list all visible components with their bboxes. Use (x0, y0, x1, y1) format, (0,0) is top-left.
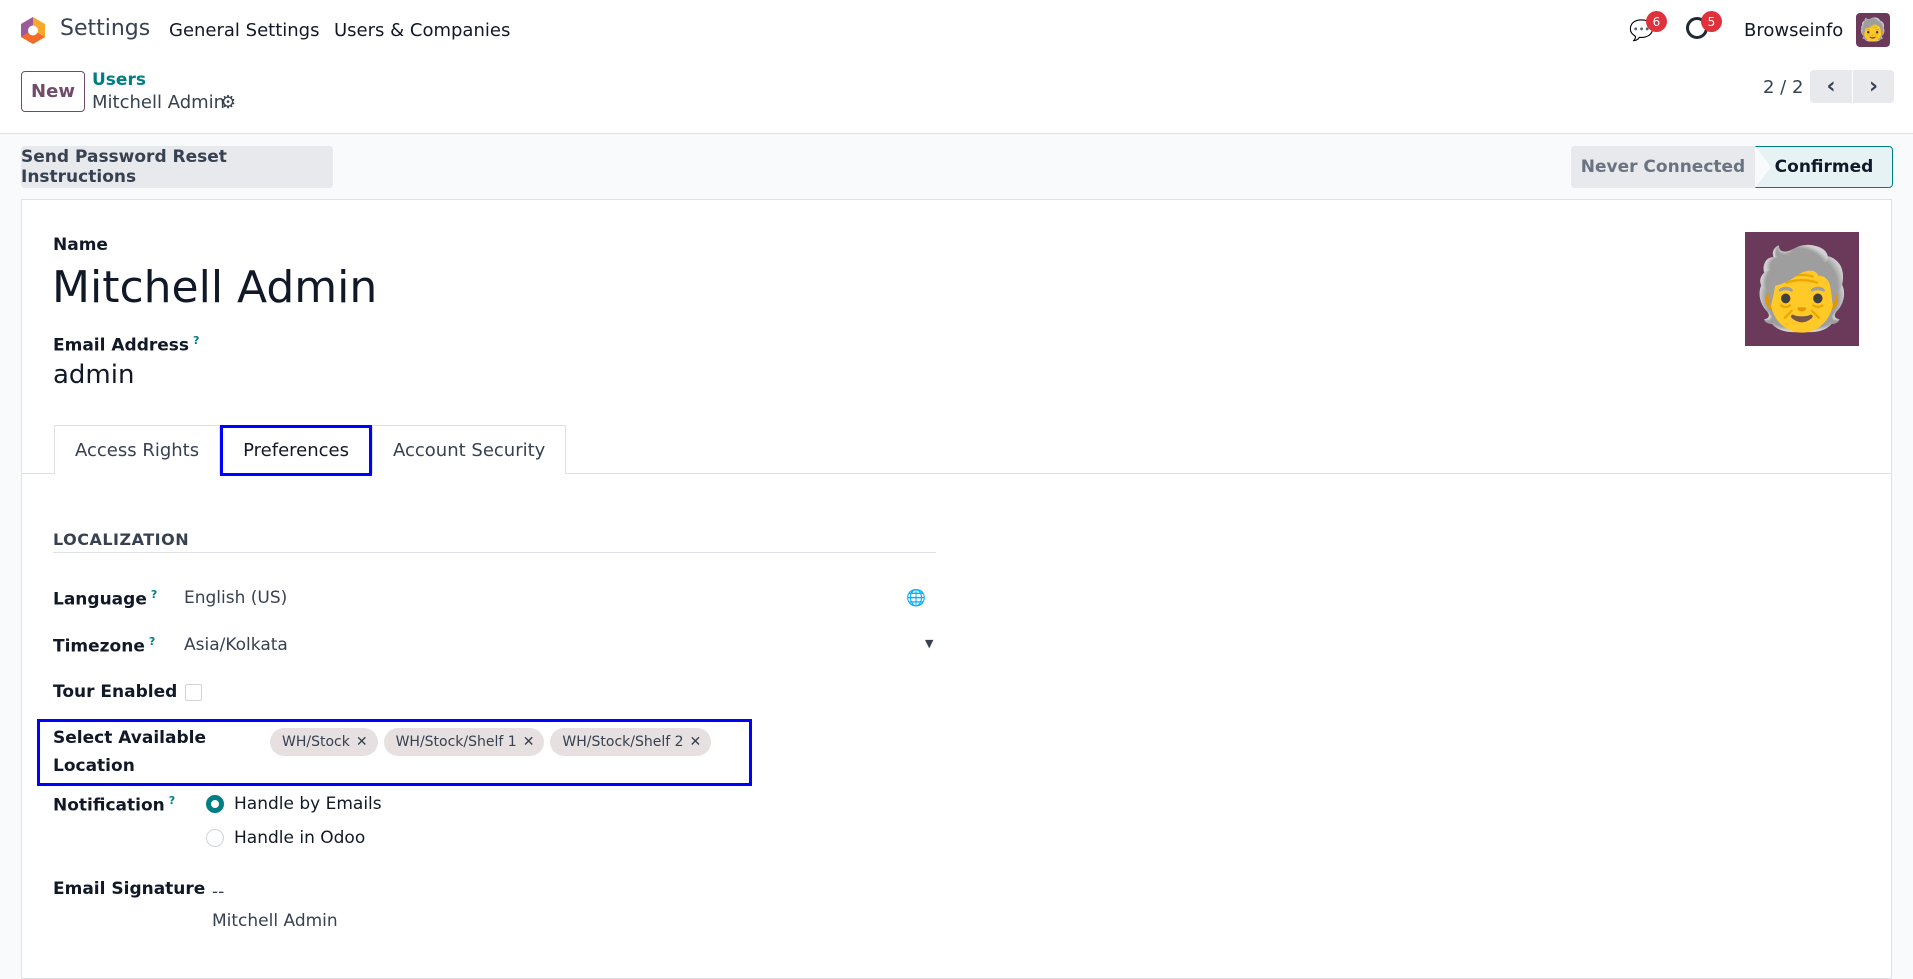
menu-general-settings[interactable]: General Settings (169, 20, 320, 41)
tab-account-security[interactable]: Account Security (372, 425, 567, 474)
notification-label-text: Notification (53, 795, 165, 816)
location-tag: WH/Stock ✕ (270, 728, 378, 756)
remove-tag-icon[interactable]: ✕ (523, 734, 535, 750)
timezone-select[interactable]: Asia/Kolkata (184, 635, 288, 655)
new-button[interactable]: New (21, 71, 85, 112)
menu-users-companies[interactable]: Users & Companies (334, 20, 510, 41)
section-divider (53, 552, 936, 553)
option-handle-by-emails[interactable]: Handle by Emails (234, 794, 382, 814)
remove-tag-icon[interactable]: ✕ (690, 734, 702, 750)
app-title[interactable]: Settings (60, 16, 150, 41)
option-handle-in-odoo[interactable]: Handle in Odoo (234, 828, 365, 848)
signature-label: Email Signature (53, 879, 206, 899)
email-label-text: Email Address (53, 335, 190, 356)
help-icon[interactable]: ? (149, 635, 155, 648)
location-label-line2: Location (53, 756, 135, 776)
user-photo[interactable]: 🧓 (1745, 232, 1859, 346)
tour-enabled-checkbox[interactable] (185, 684, 202, 701)
pager-next-button[interactable]: › (1853, 70, 1894, 103)
top-navbar: Settings General Settings Users & Compan… (0, 0, 1913, 59)
help-icon[interactable]: ? (151, 588, 157, 601)
send-password-reset-button[interactable]: Send Password Reset Instructions (21, 146, 333, 188)
location-tag: WH/Stock/Shelf 1 ✕ (383, 728, 545, 756)
tour-enabled-label: Tour Enabled (53, 682, 178, 702)
language-label-text: Language (53, 589, 147, 610)
timezone-label: Timezone? (53, 635, 155, 657)
stage-never-connected[interactable]: Never Connected (1571, 146, 1755, 188)
activities-badge: 5 (1701, 11, 1722, 32)
tab-preferences[interactable]: Preferences (220, 425, 372, 476)
signature-line-2[interactable]: Mitchell Admin (212, 911, 338, 931)
name-field[interactable]: Mitchell Admin (52, 262, 377, 313)
location-tag-label: WH/Stock/Shelf 1 (395, 734, 517, 750)
email-field[interactable]: admin (53, 360, 134, 390)
stage-confirmed[interactable]: Confirmed (1755, 146, 1893, 188)
breadcrumb-current: Mitchell Admin (92, 92, 226, 113)
email-label: Email Address? (53, 334, 199, 356)
section-localization: LOCALIZATION (53, 530, 190, 549)
tab-access-rights[interactable]: Access Rights (54, 425, 221, 474)
signature-line-1[interactable]: -- (212, 882, 224, 902)
help-icon[interactable]: ? (193, 334, 199, 347)
globe-icon[interactable]: 🌐 (906, 588, 926, 607)
remove-tag-icon[interactable]: ✕ (356, 734, 368, 750)
language-select[interactable]: English (US) (184, 588, 287, 608)
help-icon[interactable]: ? (169, 794, 175, 807)
radio-handle-in-odoo[interactable] (206, 829, 224, 847)
location-tag-label: WH/Stock/Shelf 2 (562, 734, 684, 750)
location-tag: WH/Stock/Shelf 2 ✕ (550, 728, 712, 756)
odoo-app-icon[interactable] (20, 17, 46, 44)
location-tag-label: WH/Stock (282, 734, 350, 750)
timezone-label-text: Timezone (53, 636, 145, 657)
name-label: Name (53, 235, 108, 255)
caret-down-icon[interactable]: ▼ (925, 637, 933, 650)
company-switcher[interactable]: Browseinfo (1744, 20, 1843, 41)
location-label-line1: Select Available (53, 728, 207, 748)
language-label: Language? (53, 588, 157, 610)
user-avatar[interactable]: 🧓 (1856, 13, 1890, 47)
location-tags[interactable]: WH/Stock ✕ WH/Stock/Shelf 1 ✕ WH/Stock/She… (270, 728, 717, 756)
pager-value[interactable]: 2 / 2 (1763, 77, 1803, 98)
control-panel: New Users Mitchell Admin ⚙ 2 / 2 ‹ › (0, 59, 1913, 134)
pager-previous-button[interactable]: ‹ (1810, 70, 1852, 103)
gear-icon[interactable]: ⚙ (220, 92, 236, 113)
breadcrumb-users[interactable]: Users (92, 70, 146, 90)
notification-label: Notification? (53, 794, 175, 816)
form-sheet (21, 199, 1892, 979)
radio-handle-by-emails[interactable] (206, 795, 224, 813)
notebook-tabs: Access Rights Preferences Account Securi… (54, 425, 567, 476)
messages-badge: 6 (1646, 11, 1667, 32)
